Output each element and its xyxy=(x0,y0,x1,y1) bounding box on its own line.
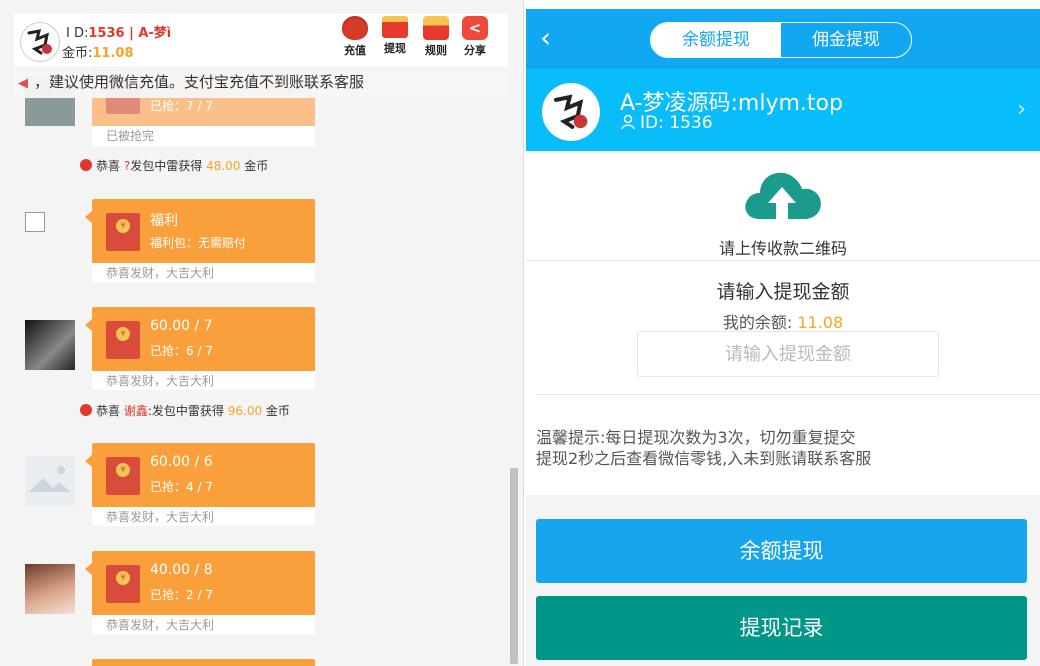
tab-commission-withdraw[interactable]: 佣金提现 xyxy=(781,23,911,57)
red-envelope-icon: ¥ xyxy=(106,213,140,251)
red-packet-progress: 已抢：4 / 7 xyxy=(150,480,213,494)
red-packet-subtitle: 福利包：无需赔付 xyxy=(150,236,247,250)
withdraw-records-button[interactable]: 提现记录 xyxy=(536,596,1027,660)
chevron-right-icon: › xyxy=(1017,97,1026,122)
user-logo[interactable] xyxy=(20,22,60,62)
red-packet-amount: 40.00 / 8 xyxy=(150,562,213,578)
tab-balance-withdraw[interactable]: 余额提现 xyxy=(651,23,781,57)
notice-text: ，建议使用微信充值。支付宝充值不到账联系客服 xyxy=(34,73,365,91)
chat-panel: 已抢：7 / 7 已被抢完 恭喜 ?发包中雷获得 48.00 金币 ¥ 福利 福… xyxy=(0,0,524,666)
red-packet[interactable]: ¥ 60.00 / 7 已抢：6 / 7 xyxy=(85,307,315,371)
red-envelope-icon: ¥ xyxy=(106,457,140,495)
speaker-icon: ◀ xyxy=(18,76,28,91)
red-packet-title: 福利 xyxy=(150,213,178,229)
red-packet-amount: 60.00 / 7 xyxy=(150,318,213,334)
system-message: 恭喜 ?发包中雷获得 48.00 金币 xyxy=(80,157,268,174)
user-topbar: I D:1536 | A-梦ì 金币:11.08 充值 提现 规则 < 分享 xyxy=(14,14,508,66)
divider xyxy=(536,394,1040,395)
share-icon: < xyxy=(462,16,488,40)
red-packet-progress: 已抢：7 / 7 xyxy=(150,99,213,113)
red-packet-footer: 恭喜发财，大吉大利 xyxy=(92,263,315,282)
red-packet-footer: 已被抢完 xyxy=(92,126,315,146)
amount-input[interactable] xyxy=(637,331,939,377)
amount-label: 请输入提现金额 xyxy=(716,281,850,303)
cloud-upload-icon[interactable] xyxy=(740,165,824,225)
balance-display: 我的余额: 11.08 xyxy=(722,313,844,332)
sender-avatar[interactable] xyxy=(25,456,75,506)
withdraw-panel: ‹ 余额提现 佣金提现 A-梦凌源码:mlym.top ID: 1536 › 请… xyxy=(526,9,1040,666)
placeholder-image-icon xyxy=(25,456,75,506)
money-bag-icon xyxy=(342,16,368,40)
red-packet-progress: 已抢：2 / 7 xyxy=(150,588,213,602)
red-packet-progress: 已抢：6 / 7 xyxy=(150,344,213,358)
page: 已抢：7 / 7 已被抢完 恭喜 ?发包中雷获得 48.00 金币 ¥ 福利 福… xyxy=(0,0,1040,666)
profile-avatar xyxy=(542,83,600,141)
back-chevron-icon[interactable]: ‹ xyxy=(540,23,551,53)
upload-qr-label: 请上传收款二维码 xyxy=(718,239,847,258)
red-packet-footer: 恭喜发财，大吉大利 xyxy=(92,371,315,390)
brand-logo-icon xyxy=(27,29,52,55)
red-envelope-icon xyxy=(382,16,408,38)
header-bar: ‹ 余额提现 佣金提现 xyxy=(526,9,1040,69)
gift-icon xyxy=(423,16,449,40)
red-packet-amount: 60.00 / 6 xyxy=(150,454,213,470)
recharge-button[interactable]: 充值 xyxy=(338,16,372,58)
red-packet[interactable] xyxy=(92,659,315,666)
share-button[interactable]: < 分享 xyxy=(458,16,492,58)
balance-withdraw-button[interactable]: 余额提现 xyxy=(536,519,1027,583)
tips-text: 温馨提示:每日提现次数为3次，切勿重复提交 提现2秒之后查看微信零钱,入未到账请… xyxy=(536,428,872,468)
brand-logo-icon xyxy=(554,94,588,129)
profile-card[interactable]: A-梦凌源码:mlym.top ID: 1536 › xyxy=(526,69,1040,151)
red-packet[interactable]: ¥ 60.00 / 6 已抢：4 / 7 xyxy=(85,443,315,507)
red-packet[interactable]: ¥ 40.00 / 8 已抢：2 / 7 xyxy=(85,551,315,615)
rules-button[interactable]: 规则 xyxy=(419,16,453,58)
red-envelope-icon: ¥ xyxy=(106,321,140,359)
tab-switcher: 余额提现 佣金提现 xyxy=(650,22,912,58)
alert-icon xyxy=(80,404,92,416)
gold-balance: 金币:11.08 xyxy=(62,46,134,61)
sender-avatar[interactable] xyxy=(25,564,75,614)
profile-id: ID: 1536 xyxy=(620,113,713,133)
scrollbar[interactable] xyxy=(510,468,518,664)
red-envelope-icon: ¥ xyxy=(106,565,140,603)
alert-icon xyxy=(80,159,92,171)
user-icon xyxy=(621,114,635,130)
divider xyxy=(526,260,1040,261)
red-packet-footer: 恭喜发财，大吉大利 xyxy=(92,615,315,634)
sender-avatar[interactable] xyxy=(25,320,75,370)
red-packet[interactable]: ¥ 福利 福利包：无需赔付 xyxy=(85,199,315,263)
broken-image-avatar[interactable] xyxy=(25,212,45,232)
system-message: 恭喜 谢鑫:发包中雷获得 96.00 金币 xyxy=(80,402,290,419)
withdraw-button[interactable]: 提现 xyxy=(378,16,412,56)
notice-marquee: ◀ ，建议使用微信充值。支付宝充值不到账联系客服 xyxy=(14,66,508,98)
user-id: I D:1536 | A-梦ì xyxy=(66,26,172,41)
red-packet-footer: 恭喜发财，大吉大利 xyxy=(92,507,315,526)
